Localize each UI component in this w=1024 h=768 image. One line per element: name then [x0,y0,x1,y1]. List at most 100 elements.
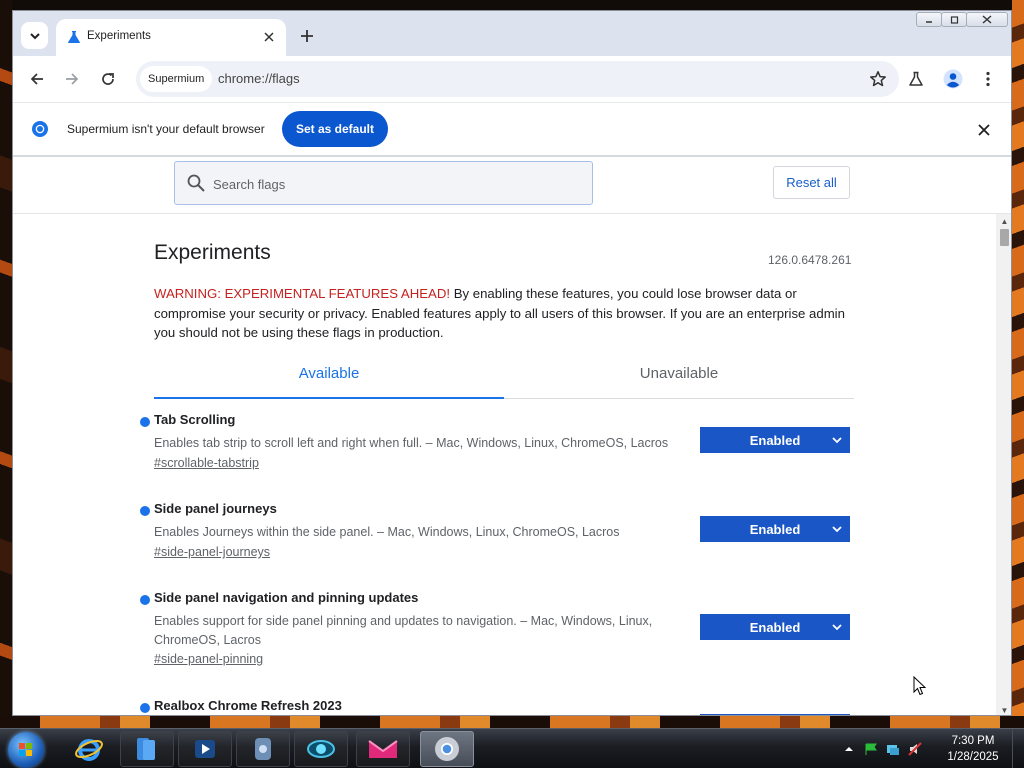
flags-content: Experiments 126.0.6478.261 WARNING: EXPE… [13,214,996,715]
omnibox[interactable]: Supermium chrome://flags [136,61,899,97]
omnibox-url[interactable]: chrome://flags [218,71,300,86]
new-tab-button[interactable] [295,24,319,48]
eye-icon [307,740,335,758]
system-tray [842,741,922,757]
tab-experiments[interactable]: Experiments [56,19,286,56]
omnibox-chip[interactable]: Supermium [140,66,213,92]
action-center-icon[interactable] [864,742,878,756]
maximize-button[interactable] [941,12,967,27]
back-button[interactable] [25,67,49,91]
search-icon [187,174,205,192]
window-close-button[interactable] [966,12,1008,27]
flag-state-value: Enabled [749,432,801,448]
reset-all-button[interactable]: Reset all [773,166,850,199]
flag-state-select[interactable] [700,714,850,715]
scroll-thumb[interactable] [1000,229,1009,246]
labs-icon [909,71,923,86]
taskbar-eye-app[interactable] [294,731,348,767]
labs-button[interactable] [904,67,928,91]
menu-button[interactable] [976,67,1000,91]
page-scrollbar[interactable]: ▲ ▼ [996,214,1011,715]
infobar-close-button[interactable] [975,121,993,139]
clock-date: 1/28/2025 [947,751,999,763]
volume-icon[interactable] [908,742,922,756]
start-icon [19,743,32,756]
tab-close-button[interactable] [260,28,278,46]
warning-text: WARNING: EXPERIMENTAL FEATURES AHEAD! By… [154,284,854,343]
flag-state-select[interactable]: Enabled [700,427,850,453]
profile-button[interactable] [941,67,965,91]
reload-button[interactable] [96,67,120,91]
close-icon [264,32,274,42]
flag-state-select[interactable]: Enabled [700,516,850,542]
taskbar-app[interactable] [236,731,290,767]
show-desktop-button[interactable] [1012,729,1024,768]
tab-search-button[interactable] [21,22,48,49]
flag-state-value: Enabled [749,619,801,635]
chevron-down-icon [830,520,844,538]
flag-name: Side panel journeys [154,501,277,516]
flag-enabled-dot [140,703,150,713]
star-icon [870,71,886,87]
flags-tabs: Available Unavailable [154,357,854,399]
app-icon [255,738,271,760]
scroll-up-button[interactable]: ▲ [996,214,1011,228]
flags-search-row: Reset all [13,157,1011,214]
flag-state-select[interactable]: Enabled [700,614,850,640]
search-flags-input[interactable] [213,173,573,195]
minimize-button[interactable] [916,12,942,27]
clock-time: 7:30 PM [951,735,995,747]
tab-unavailable[interactable]: Unavailable [504,365,854,382]
default-browser-infobar: Supermium isn't your default browser Set… [13,102,1011,157]
chevron-down-icon [830,618,844,636]
version-label: 126.0.6478.261 [768,253,852,267]
warning-prefix: WARNING: EXPERIMENTAL FEATURES AHEAD! [154,286,451,301]
active-tab-indicator [154,397,504,399]
forward-icon [66,73,79,85]
infobar-message: Supermium isn't your default browser [67,122,265,136]
folder-icon [137,738,155,760]
taskbar-clock[interactable]: 7:30 PM 1/28/2025 [938,733,1008,765]
scroll-down-button[interactable]: ▼ [996,703,1011,715]
flag-link[interactable]: #side-panel-pinning [154,652,263,666]
window-controls [916,12,1008,28]
flags-search-box[interactable] [174,161,593,205]
tab-available[interactable]: Available [154,365,504,382]
back-icon [30,73,43,85]
cursor-icon [913,676,927,696]
flag-enabled-dot [140,506,150,516]
flag-name: Tab Scrolling [154,412,236,427]
tab-strip: Experiments [13,11,1011,56]
forward-button[interactable] [60,67,84,91]
chevron-down-icon [830,431,844,449]
reload-icon [102,73,114,85]
tab-search-icon [29,32,40,39]
taskbar-ie[interactable] [62,731,116,767]
tray-expand-icon[interactable] [842,742,856,756]
menu-icon [986,71,990,87]
flag-item: Side panel journeys Enables Journeys wit… [140,501,860,571]
taskbar: 7:30 PM 1/28/2025 [0,728,1024,768]
close-icon [978,124,990,136]
taskbar-store[interactable] [356,731,410,767]
flag-state-value: Enabled [749,521,801,537]
tab-title: Experiments [87,30,151,42]
taskbar-media[interactable] [178,731,232,767]
store-icon [368,740,398,758]
flag-name: Realbox Chrome Refresh 2023 [154,698,342,713]
start-button[interactable] [8,732,44,768]
profile-icon [943,69,963,89]
new-tab-icon [301,30,313,42]
flag-enabled-dot [140,595,150,605]
flag-description: Enables support for side panel pinning a… [154,614,653,647]
flag-link[interactable]: #scrollable-tabstrip [154,456,259,470]
set-as-default-button[interactable]: Set as default [282,111,388,147]
flag-link[interactable]: #side-panel-journeys [154,545,270,559]
flag-name: Side panel navigation and pinning update… [154,590,419,605]
taskbar-explorer[interactable] [120,731,174,767]
flag-item: Tab Scrolling Enables tab strip to scrol… [140,412,860,482]
taskbar-browser[interactable] [420,731,474,767]
bookmark-star-button[interactable] [867,68,889,90]
toolbar: Supermium chrome://flags [13,56,1011,102]
network-icon[interactable] [886,742,900,756]
